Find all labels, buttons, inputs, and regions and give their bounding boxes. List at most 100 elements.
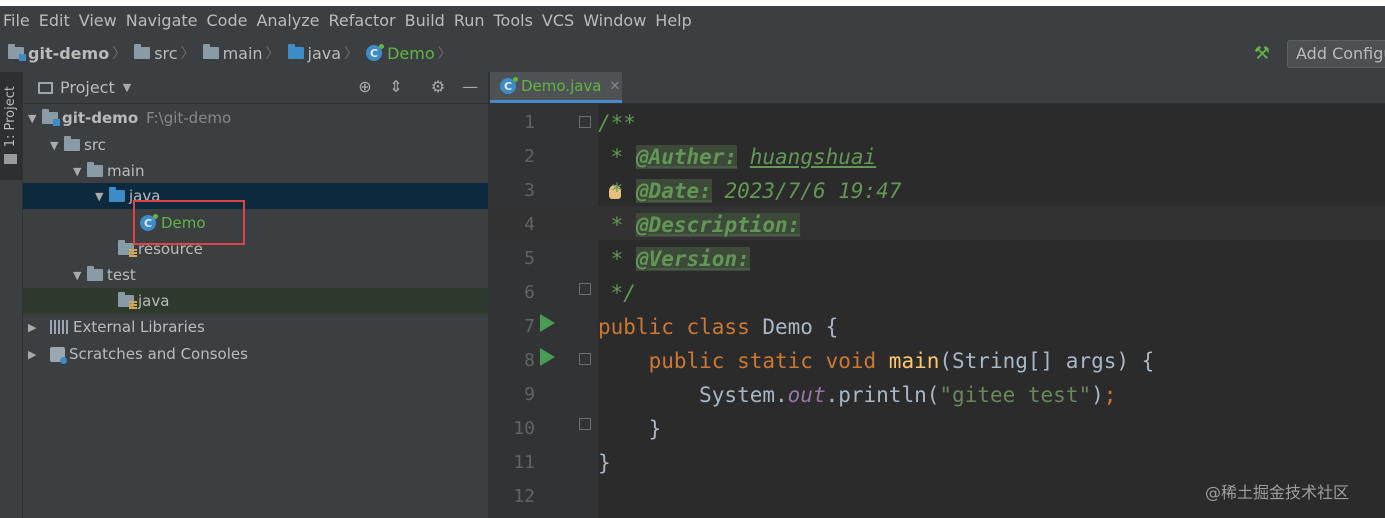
fold-marker-icon[interactable] bbox=[579, 353, 591, 365]
watermark: @稀土掘金技术社区 bbox=[1205, 483, 1350, 502]
breadcrumb-src[interactable]: src 〉 bbox=[134, 43, 198, 63]
module-folder-icon bbox=[8, 44, 26, 61]
java-class-icon: C bbox=[500, 77, 518, 94]
source-folder-icon bbox=[109, 187, 125, 202]
gear-icon[interactable]: ⚙ bbox=[429, 78, 447, 96]
run-class-icon[interactable] bbox=[540, 314, 555, 332]
code-line-1: /** bbox=[598, 111, 636, 135]
expand-arrow-icon[interactable]: ▼ bbox=[95, 190, 109, 203]
line-number: 11 bbox=[513, 452, 535, 473]
menu-run[interactable]: Run bbox=[450, 11, 490, 30]
tab-demo-java[interactable]: C Demo.java ✕ bbox=[490, 72, 622, 103]
line-number: 3 bbox=[524, 180, 535, 201]
tree-item-external-libraries[interactable]: ▶ External Libraries bbox=[23, 314, 488, 340]
line-number: 6 bbox=[524, 282, 535, 303]
doc-tag: @Auther: bbox=[635, 145, 738, 169]
line-number: 4 bbox=[524, 214, 535, 235]
code-line-5: * @Version: bbox=[598, 247, 750, 271]
collapse-arrow-icon[interactable]: ▶ bbox=[28, 321, 42, 334]
tree-item-src[interactable]: ▼ src bbox=[23, 132, 488, 158]
doc-tag: @Description: bbox=[635, 213, 801, 237]
java-class-icon: C bbox=[366, 44, 385, 61]
line-number: 9 bbox=[524, 384, 535, 405]
locate-icon[interactable]: ⊕ bbox=[356, 78, 374, 96]
build-hammer-icon[interactable]: ⚒ bbox=[1252, 44, 1272, 64]
collapse-arrow-icon[interactable]: ▶ bbox=[28, 348, 42, 361]
hide-icon[interactable]: — bbox=[461, 78, 479, 96]
module-folder-icon bbox=[42, 109, 60, 126]
project-panel-header: Project ▼ ⊕ ⇕ ⚙ — bbox=[23, 72, 488, 104]
tree-item-demo[interactable]: C Demo bbox=[23, 210, 488, 236]
project-tree: ▼ git-demo F:\git-demo ▼ src ▼ main ▼ ja… bbox=[23, 104, 488, 518]
menu-file[interactable]: File bbox=[0, 11, 35, 30]
left-tool-strip: 1: Project bbox=[0, 72, 23, 518]
line-number: 5 bbox=[524, 248, 535, 269]
menu-view[interactable]: View bbox=[75, 11, 122, 30]
line-number: 1 bbox=[524, 112, 535, 133]
expand-arrow-icon[interactable]: ▼ bbox=[50, 139, 64, 152]
expand-arrow-icon[interactable]: ▼ bbox=[28, 112, 42, 125]
line-number: 10 bbox=[513, 418, 535, 439]
collapse-all-icon[interactable]: ⇕ bbox=[387, 78, 405, 96]
expand-arrow-icon[interactable]: ▼ bbox=[73, 165, 87, 178]
menu-vcs[interactable]: VCS bbox=[538, 11, 579, 30]
menu-refactor[interactable]: Refactor bbox=[325, 11, 401, 30]
code-line-6: */ bbox=[598, 281, 636, 305]
project-path: F:\git-demo bbox=[146, 109, 232, 127]
code-line-3: * @Date: 2023/7/6 19:47 bbox=[598, 179, 902, 203]
code-line-4: * @Description: bbox=[598, 213, 801, 237]
menu-build[interactable]: Build bbox=[401, 11, 450, 30]
highlight-box bbox=[133, 200, 245, 245]
breadcrumb-project[interactable]: git-demo 〉 bbox=[8, 43, 130, 63]
add-configuration-button[interactable]: Add Configu bbox=[1287, 40, 1385, 68]
tree-item-scratches[interactable]: ▶ Scratches and Consoles bbox=[23, 341, 488, 367]
chevron-down-icon[interactable]: ▼ bbox=[123, 81, 131, 94]
tree-item-java[interactable]: ▼ java bbox=[23, 183, 488, 209]
code-line-9: System.out.println("gitee test"); bbox=[598, 383, 1117, 407]
scratches-icon bbox=[50, 346, 67, 364]
doc-value: 2023/7/6 19:47 bbox=[724, 179, 902, 203]
breadcrumb-java[interactable]: java 〉 bbox=[287, 43, 363, 63]
folder-icon bbox=[87, 266, 103, 281]
structure-icon[interactable] bbox=[4, 154, 17, 164]
doc-tag: @Date: bbox=[635, 179, 712, 203]
code-line-2: * @Auther: huangshuai bbox=[598, 145, 877, 169]
breadcrumb-demo[interactable]: C Demo 〉 bbox=[366, 43, 456, 63]
folder-icon bbox=[134, 44, 151, 59]
tree-item-test-java[interactable]: java bbox=[23, 288, 488, 314]
line-number: 7 bbox=[524, 316, 535, 337]
menu-navigate[interactable]: Navigate bbox=[122, 11, 203, 30]
project-window-icon bbox=[38, 81, 53, 94]
tree-item-resource[interactable]: resource bbox=[23, 236, 488, 262]
fold-marker-icon[interactable] bbox=[579, 418, 591, 430]
menu-analyze[interactable]: Analyze bbox=[252, 11, 324, 30]
test-folder-icon bbox=[118, 292, 137, 309]
line-number: 2 bbox=[524, 146, 535, 167]
code-line-11: } bbox=[598, 451, 611, 475]
source-folder-icon bbox=[287, 44, 304, 59]
close-icon[interactable]: ✕ bbox=[610, 79, 621, 94]
editor-tab-bar: C Demo.java ✕ bbox=[490, 72, 1385, 104]
menu-help[interactable]: Help bbox=[651, 11, 696, 30]
tree-item-main[interactable]: ▼ main bbox=[23, 158, 488, 184]
resources-folder-icon bbox=[118, 240, 137, 257]
line-number: 8 bbox=[524, 350, 535, 371]
tree-item-git-demo[interactable]: ▼ git-demo F:\git-demo bbox=[23, 105, 488, 131]
tree-item-test[interactable]: ▼ test bbox=[23, 262, 488, 288]
library-icon bbox=[50, 320, 68, 334]
menu-tools[interactable]: Tools bbox=[490, 11, 538, 30]
fold-marker-icon[interactable] bbox=[579, 116, 591, 128]
code-line-7: public class Demo { bbox=[598, 315, 839, 339]
breadcrumb-main[interactable]: main 〉 bbox=[202, 43, 284, 63]
run-main-icon[interactable] bbox=[540, 348, 555, 366]
menu-edit[interactable]: Edit bbox=[35, 11, 75, 30]
folder-icon bbox=[87, 162, 103, 177]
menu-window[interactable]: Window bbox=[579, 11, 651, 30]
doc-tag: @Version: bbox=[635, 247, 750, 271]
doc-value: huangshuai bbox=[749, 145, 877, 169]
menu-code[interactable]: Code bbox=[203, 11, 253, 30]
expand-arrow-icon[interactable]: ▼ bbox=[73, 269, 87, 282]
project-panel-title[interactable]: Project bbox=[60, 78, 115, 97]
code-line-10: } bbox=[598, 417, 662, 441]
fold-marker-icon[interactable] bbox=[579, 283, 591, 295]
